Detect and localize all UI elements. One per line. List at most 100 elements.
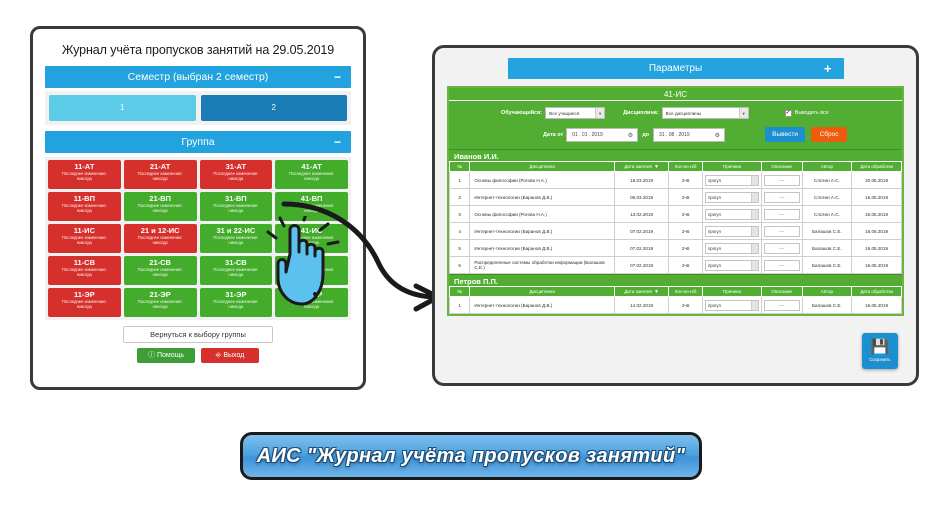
chevron-down-icon[interactable] bbox=[750, 175, 758, 185]
cell-reason[interactable]: прогул bbox=[702, 205, 762, 223]
calendar-icon[interactable]: ⚙ bbox=[628, 132, 633, 139]
reason-select[interactable]: прогул bbox=[705, 259, 759, 271]
reset-filters-button[interactable]: Сброс bbox=[811, 127, 848, 142]
reason-select[interactable]: прогул bbox=[705, 208, 759, 220]
group-cell[interactable]: 21 и 12-ИС Последнее изменение: никогда bbox=[123, 224, 197, 253]
group-cell[interactable]: 11-АТ Последнее изменение: никогда bbox=[48, 160, 121, 189]
sort-descending-icon[interactable]: ▼ bbox=[654, 164, 659, 170]
cell-reason[interactable]: прогул bbox=[702, 296, 762, 314]
table-row[interactable]: 4 Интернет-технологии (Баранов Д.В.) 07.02… bbox=[448, 222, 902, 240]
submit-report-button[interactable]: Вывести bbox=[765, 127, 806, 142]
date-to-input[interactable]: 31 . 08 . 2019 ⚙ bbox=[653, 127, 726, 142]
reason-select[interactable]: прогул bbox=[705, 191, 759, 203]
back-to-group-selection-button[interactable]: Вернуться к выбору группы bbox=[123, 326, 273, 343]
student-select[interactable]: Все учащиеся ▼ bbox=[545, 107, 606, 119]
group-accordion-header[interactable]: Группа − bbox=[45, 131, 351, 153]
column-header-4[interactable]: Причина bbox=[702, 161, 762, 172]
column-header-1[interactable]: Дисциплина bbox=[469, 286, 615, 297]
group-cell[interactable]: 31-АТ Последнее изменение: никогда bbox=[199, 160, 273, 189]
chevron-down-icon[interactable] bbox=[750, 300, 758, 310]
column-header-0[interactable]: № bbox=[448, 161, 471, 172]
group-cell[interactable]: 41-АТ Последнее изменение: никогда bbox=[275, 160, 348, 189]
group-cell[interactable]: 21-ЭР Последнее изменение: никогда bbox=[123, 288, 197, 317]
column-header-3[interactable]: Кол-во н/б bbox=[668, 286, 704, 297]
params-accordion-header[interactable]: Параметры + bbox=[507, 58, 844, 79]
group-cell[interactable]: 11-ВП Последнее изменение: никогда bbox=[48, 192, 121, 221]
sort-descending-icon[interactable]: ▼ bbox=[654, 289, 659, 295]
description-input[interactable]: — bbox=[763, 242, 800, 254]
group-cell[interactable]: 11-СВ Последнее изменение: никогда bbox=[48, 256, 121, 285]
cell-description[interactable]: — bbox=[760, 222, 803, 240]
column-header-5[interactable]: Описание bbox=[760, 286, 803, 297]
chevron-down-icon[interactable] bbox=[750, 243, 758, 253]
table-row[interactable]: 5 Интернет-технологии (Баранов Д.В.) 07.02… bbox=[448, 239, 902, 257]
column-header-2[interactable]: Дата занятия ▼ bbox=[613, 161, 670, 172]
cell-description[interactable]: — bbox=[760, 188, 803, 206]
table-row[interactable]: 3 Основы философии (Рогова Н.А.) 13.02.201… bbox=[448, 205, 902, 223]
table-row[interactable]: 6 Распределенные системы обработки информ… bbox=[448, 256, 902, 274]
column-header-2[interactable]: Дата занятия ▼ bbox=[613, 286, 670, 297]
group-cell-name: 21-ВП bbox=[149, 194, 171, 203]
exit-button[interactable]: ⎆ Выход bbox=[201, 348, 259, 363]
cell-reason[interactable]: прогул bbox=[702, 188, 762, 206]
chevron-down-icon[interactable]: ▼ bbox=[738, 108, 748, 118]
reason-select[interactable]: прогул bbox=[705, 299, 759, 311]
chevron-down-icon[interactable]: ▼ bbox=[595, 108, 605, 118]
collapse-minus-icon[interactable]: − bbox=[334, 131, 341, 153]
column-header-3[interactable]: Кол-во н/б bbox=[668, 161, 704, 172]
chevron-down-icon[interactable] bbox=[750, 226, 758, 236]
cell-description[interactable]: — bbox=[760, 171, 803, 189]
semester-button-1[interactable]: 1 bbox=[49, 95, 196, 121]
date-from-input[interactable]: 01 . 01 . 2019 ⚙ bbox=[566, 127, 639, 142]
table-row[interactable]: 1 Основы философии (Рогова Н.А.) 18.03.201… bbox=[448, 171, 902, 189]
cell-description[interactable]: — bbox=[760, 256, 803, 274]
group-cell[interactable]: 21-СВ Последнее изменение: никогда bbox=[123, 256, 197, 285]
save-button[interactable]: 💾 Сохранить bbox=[862, 333, 898, 369]
show-all-checkbox-wrap[interactable]: ✓ Выводить все bbox=[784, 109, 829, 117]
description-input[interactable]: — bbox=[763, 208, 800, 220]
cell-processed-date: 20.05.2019 bbox=[851, 171, 902, 189]
description-input[interactable]: — bbox=[763, 191, 800, 203]
show-all-checkbox[interactable]: ✓ bbox=[784, 109, 792, 117]
column-header-6[interactable]: Автор bbox=[801, 161, 853, 172]
group-cell[interactable]: 11-ИС Последнее изменение: никогда bbox=[48, 224, 121, 253]
semester-button-2[interactable]: 2 bbox=[200, 95, 347, 121]
group-cell[interactable]: 21-ВП Последнее изменение: никогда bbox=[123, 192, 197, 221]
column-header-1[interactable]: Дисциплина bbox=[469, 161, 615, 172]
column-header-5[interactable]: Описание bbox=[760, 161, 803, 172]
expand-plus-icon[interactable]: + bbox=[824, 58, 832, 79]
chevron-down-icon[interactable] bbox=[750, 192, 758, 202]
calendar-icon[interactable]: ⚙ bbox=[715, 132, 720, 139]
cell-reason[interactable]: прогул bbox=[702, 239, 762, 257]
description-input[interactable]: — bbox=[763, 259, 800, 271]
description-input[interactable]: — bbox=[763, 225, 800, 237]
semester-accordion-header[interactable]: Семестр (выбран 2 семестр) − bbox=[45, 66, 351, 88]
group-cell[interactable]: 11-ЭР Последнее изменение: никогда bbox=[48, 288, 121, 317]
discipline-select[interactable]: Все дисциплины ▼ bbox=[661, 107, 749, 119]
cell-description[interactable]: — bbox=[760, 205, 803, 223]
column-header-label: Дата занятия bbox=[624, 163, 652, 169]
cell-reason[interactable]: прогул bbox=[702, 222, 762, 240]
table-row[interactable]: 2 Интернет-технологии (Баранов Д.В.) 06.03… bbox=[448, 188, 902, 206]
collapse-minus-icon[interactable]: − bbox=[334, 66, 341, 88]
cell-description[interactable]: — bbox=[760, 239, 803, 257]
reason-select[interactable]: прогул bbox=[705, 242, 759, 254]
description-input[interactable]: — bbox=[763, 299, 800, 311]
table-row[interactable]: 1 Интернет-технологии (Баранов Д.В.) 14.02… bbox=[448, 296, 902, 314]
column-header-7[interactable]: Дата обработки bbox=[851, 161, 902, 172]
description-input[interactable]: — bbox=[763, 174, 800, 186]
chevron-down-icon[interactable] bbox=[750, 260, 758, 270]
reason-select-value: прогул bbox=[708, 245, 721, 251]
cell-reason[interactable]: прогул bbox=[702, 256, 762, 274]
group-cell[interactable]: 21-АТ Последнее изменение: никогда bbox=[123, 160, 197, 189]
column-header-7[interactable]: Дата обработки bbox=[851, 286, 902, 297]
column-header-6[interactable]: Автор bbox=[801, 286, 853, 297]
reason-select[interactable]: прогул bbox=[705, 174, 759, 186]
column-header-4[interactable]: Причина bbox=[702, 286, 762, 297]
chevron-down-icon[interactable] bbox=[750, 209, 758, 219]
help-button[interactable]: ⓘ Помощь bbox=[137, 348, 195, 363]
column-header-0[interactable]: № bbox=[448, 286, 471, 297]
reason-select[interactable]: прогул bbox=[705, 225, 759, 237]
cell-reason[interactable]: прогул bbox=[702, 171, 762, 189]
cell-description[interactable]: — bbox=[760, 296, 803, 314]
